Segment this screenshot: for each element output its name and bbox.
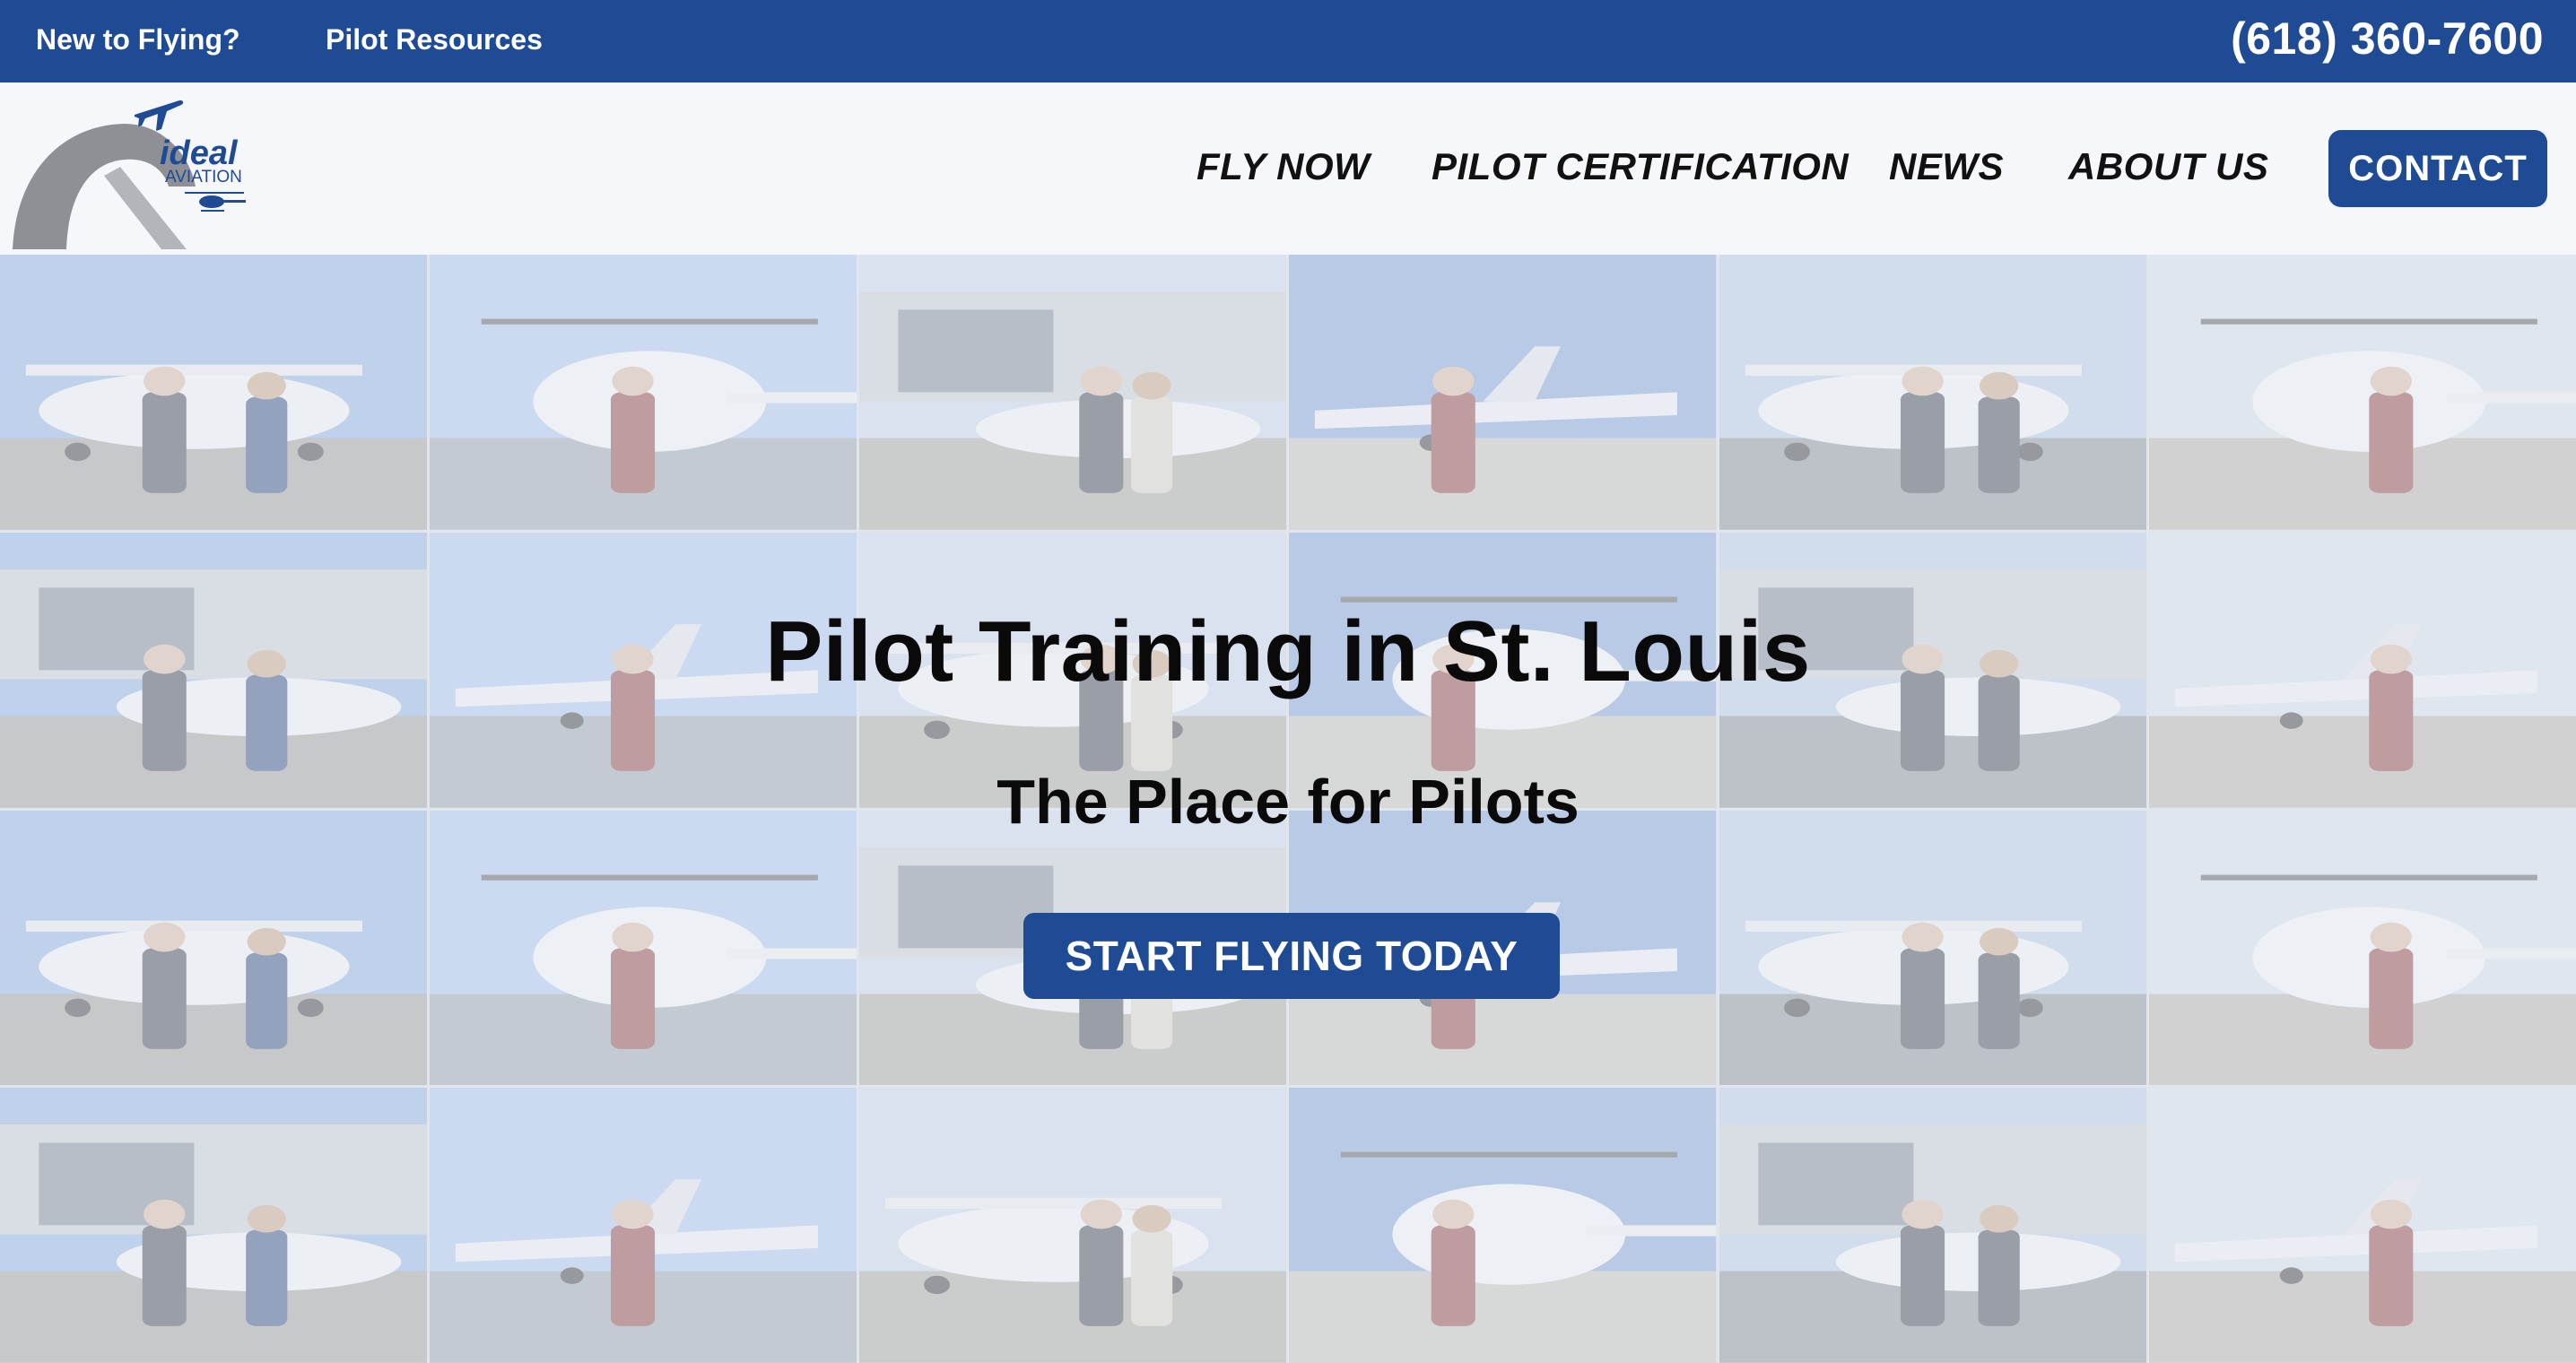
phone-number[interactable]: (618) 360-7600 (2231, 13, 2544, 65)
airplane-icon (135, 100, 184, 131)
nav-fly-now[interactable]: FLY NOW (1197, 145, 1370, 188)
logo-subtitle: AVIATION (165, 168, 242, 187)
hero-section: Pilot Training in St. Louis The Place fo… (0, 255, 2576, 1363)
top-utility-bar: New to Flying? Pilot Resources (618) 360… (0, 0, 2576, 82)
site-header: ideal AVIATION FLY NOW PILOT CERTIFICATI… (0, 82, 2576, 255)
ideal-aviation-logo[interactable]: ideal AVIATION (7, 88, 276, 249)
logo-wordmark: ideal (160, 135, 238, 172)
start-flying-today-button[interactable]: START FLYING TODAY (1023, 913, 1560, 999)
pilot-resources-link[interactable]: Pilot Resources (326, 23, 543, 56)
hero-subtitle: The Place for Pilots (996, 767, 1580, 837)
contact-button[interactable]: CONTACT (2328, 130, 2547, 207)
new-to-flying-link[interactable]: New to Flying? (36, 23, 240, 56)
hero-title: Pilot Training in St. Louis (765, 603, 1811, 699)
helicopter-icon (185, 192, 246, 212)
nav-news[interactable]: NEWS (1889, 145, 2004, 188)
nav-about-us[interactable]: ABOUT US (2068, 145, 2268, 188)
nav-pilot-certification[interactable]: PILOT CERTIFICATION (1432, 145, 1849, 188)
